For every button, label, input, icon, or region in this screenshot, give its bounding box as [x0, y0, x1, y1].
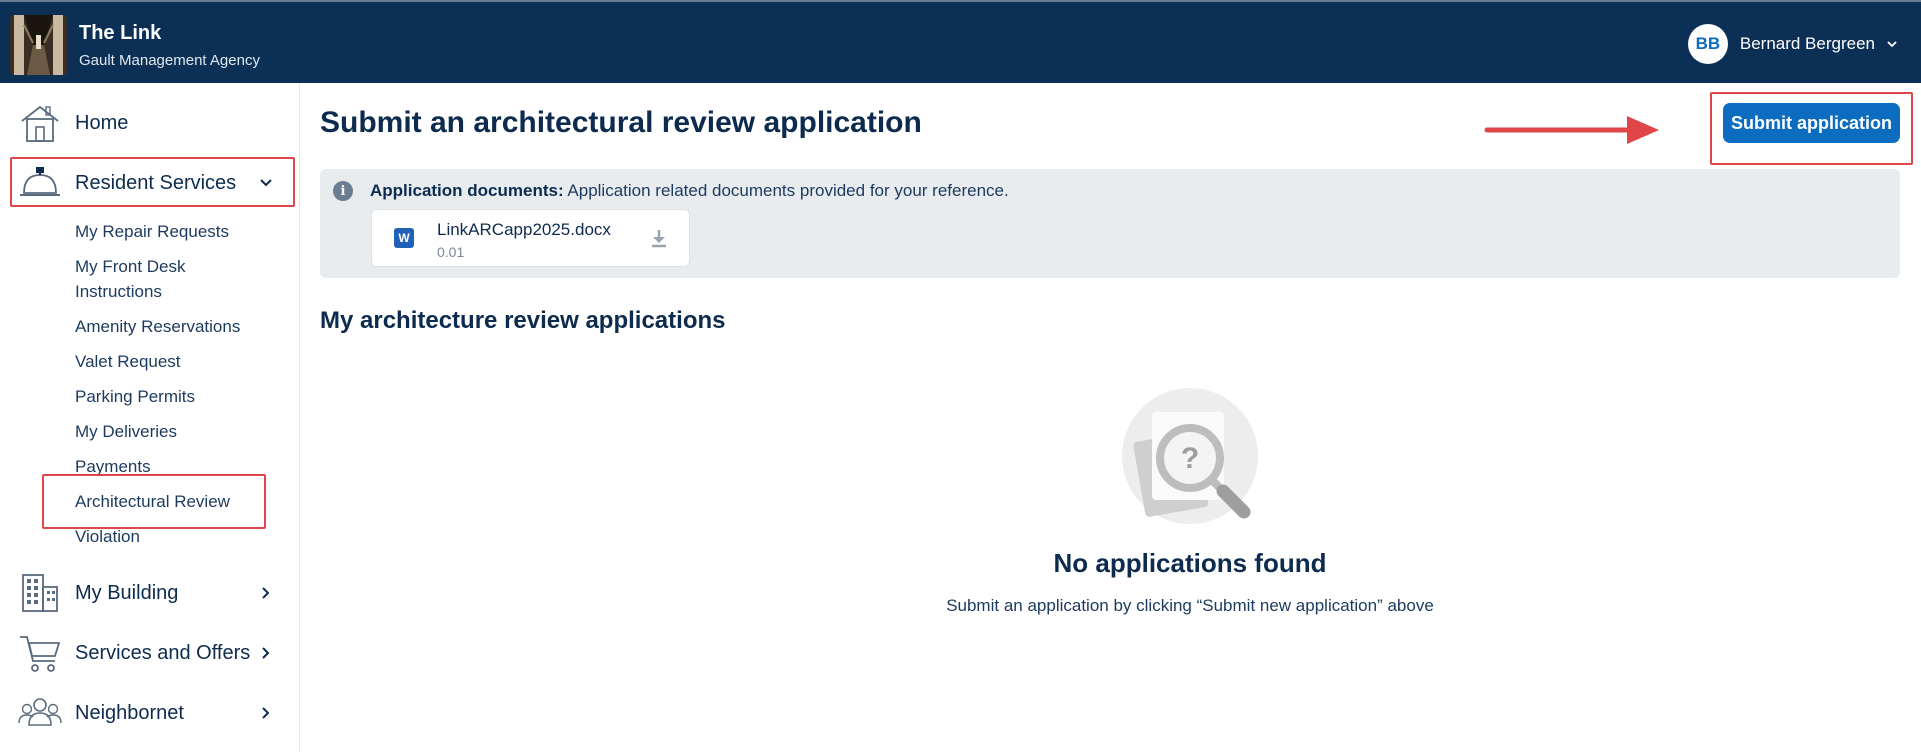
avatar[interactable]: BB [1687, 24, 1728, 64]
user-name[interactable]: Bernard Bergreen [1740, 34, 1875, 54]
people-icon [18, 698, 62, 726]
info-icon: i [333, 181, 353, 201]
sidebar-subitem-amenity-reservations[interactable]: Amenity Reservations [75, 314, 240, 339]
sidebar-item-home[interactable]: Home [0, 99, 300, 147]
info-label: Application documents: [370, 181, 564, 200]
user-menu[interactable]: BB Bernard Bergreen [1687, 24, 1899, 64]
sidebar-subitem-parking-permits[interactable]: Parking Permits [75, 384, 195, 409]
sidebar-item-neighbornet[interactable]: Neighbornet [0, 689, 300, 737]
building-icon [22, 574, 58, 612]
info-panel: i Application documents: Application rel… [320, 169, 1900, 278]
sidebar: Home Resident Services My Repair Request… [0, 83, 300, 752]
submit-application-button[interactable]: Submit application [1723, 103, 1900, 143]
sidebar-item-label: Home [75, 111, 129, 134]
document-card[interactable]: W LinkARCapp2025.docx 0.01 [371, 209, 690, 267]
sidebar-subitem-deliveries[interactable]: My Deliveries [75, 419, 177, 444]
sidebar-subitem-valet-request[interactable]: Valet Request [75, 349, 181, 374]
section-title: My architecture review applications [320, 307, 726, 334]
sidebar-item-services-offers[interactable]: Services and Offers [0, 629, 300, 677]
download-icon[interactable] [649, 228, 669, 248]
chevron-down-icon[interactable] [1885, 37, 1899, 51]
empty-state-title: No applications found [1053, 548, 1327, 578]
document-name[interactable]: LinkARCapp2025.docx [437, 220, 611, 240]
home-icon [21, 105, 59, 142]
building-logo[interactable] [10, 15, 67, 75]
sidebar-subitem-front-desk[interactable]: My Front Desk [75, 254, 186, 279]
sidebar-subitem-front-desk-instructions[interactable]: Instructions [75, 279, 162, 304]
service-bell-icon [20, 167, 60, 196]
magnifying-glass-icon: ? [1122, 388, 1258, 524]
sidebar-item-my-building[interactable]: My Building [0, 569, 300, 617]
document-size: 0.01 [437, 244, 465, 260]
sidebar-subitem-payments[interactable]: Payments [75, 454, 151, 479]
chevron-down-icon[interactable] [258, 175, 274, 191]
sidebar-subitem-violation[interactable]: Violation [75, 524, 140, 549]
info-description: Application related documents provided f… [563, 181, 1009, 200]
info-text: Application documents: Application relat… [370, 181, 1009, 201]
top-bar: The Link Gault Management Agency BB Bern… [0, 0, 1921, 83]
sidebar-item-label: Neighbornet [75, 701, 184, 724]
svg-text:?: ? [1181, 442, 1199, 475]
sidebar-subitem-repair-requests[interactable]: My Repair Requests [75, 219, 229, 244]
sidebar-item-label: Resident Services [75, 171, 237, 194]
sidebar-subitem-architectural-review[interactable]: Architectural Review [75, 489, 230, 514]
chevron-right-icon[interactable] [258, 645, 274, 661]
app-subtitle: Gault Management Agency [79, 52, 260, 69]
chevron-right-icon[interactable] [258, 585, 274, 601]
app-title: The Link [79, 22, 162, 44]
sidebar-item-label: Services and Offers [75, 641, 251, 664]
chevron-right-icon[interactable] [258, 705, 274, 721]
sidebar-item-label: My Building [75, 581, 179, 604]
word-document-icon: W [394, 228, 414, 248]
sidebar-item-resident-services[interactable]: Resident Services [0, 159, 300, 207]
page-title: Submit an architectural review applicati… [320, 106, 922, 139]
shopping-cart-icon [20, 636, 61, 672]
arrow-annotation-icon [1484, 116, 1659, 144]
empty-state-subtitle: Submit an application by clicking “Submi… [946, 596, 1434, 615]
